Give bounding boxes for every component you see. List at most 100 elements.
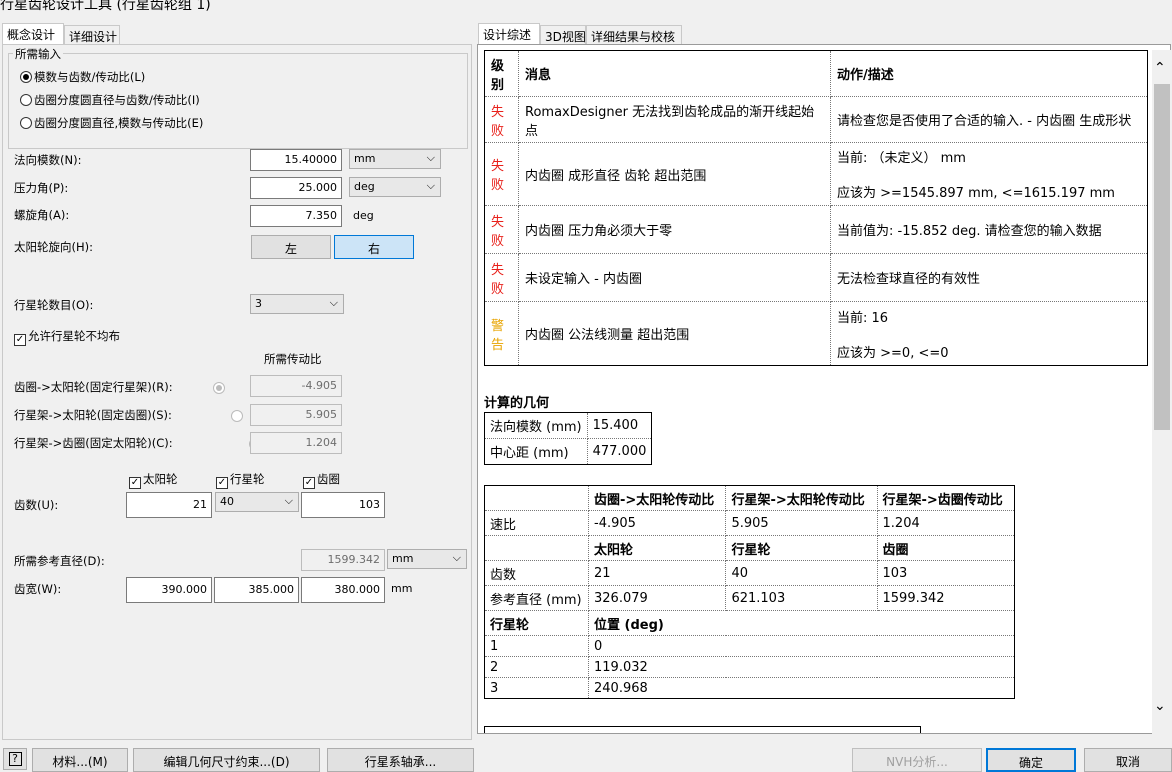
level-cell: 失败 (484, 253, 519, 302)
value-cell: 1.204 (876, 510, 1016, 536)
scroll-down-icon[interactable]: ⌄ (1154, 698, 1166, 714)
planet-header: 行星轮 (484, 610, 589, 636)
geo-value: 477.000 (586, 438, 653, 465)
chevron-down-icon: ⌵ (426, 179, 435, 192)
ok-button[interactable]: 确定 (986, 748, 1076, 772)
hand-right-button[interactable]: 右 (334, 235, 414, 259)
ref-dia-input[interactable]: 1599.342 (301, 549, 385, 571)
checkmark-icon[interactable]: ✓ (216, 477, 228, 489)
normal-module-unit-select[interactable]: mm ⌵ (349, 149, 441, 169)
planet-number: 2 (484, 656, 589, 678)
hand-left-button[interactable]: 左 (251, 235, 331, 259)
ref-dia-unit-select[interactable]: mm ⌵ (387, 549, 467, 569)
mode-radio-ringdia-teeth[interactable]: 齿圈分度圆直径与齿数/传动比(I) (20, 92, 200, 108)
tab-detailed-results[interactable]: 详细结果与校核 (586, 25, 682, 45)
nvh-analysis-button[interactable]: NVH分析... (852, 748, 982, 772)
scrollbar-thumb[interactable] (1154, 84, 1170, 430)
mode-radio-module-teeth[interactable]: 模数与齿数/传动比(L) (20, 69, 145, 85)
table-row: 齿数 21 40 103 (484, 560, 1016, 586)
pressure-angle-input[interactable]: 25.000 (250, 177, 342, 199)
planet-number: 1 (484, 635, 589, 657)
table-row: 失败 内齿圈 成形直径 齿轮 超出范围 当前: （未定义） mm 应该为 >=15… (484, 142, 1148, 206)
radio-icon[interactable] (20, 117, 32, 129)
window-title: 行星齿轮设计工具 (行星齿轮组 1) (0, 0, 211, 13)
radio-icon[interactable] (20, 71, 32, 83)
ratio-header: 行星架->齿圈传动比 (876, 485, 1016, 511)
planet-checkbox[interactable]: ✓ 行星轮 (216, 471, 265, 489)
radio-icon[interactable] (20, 94, 32, 106)
value-cell: -4.905 (587, 510, 727, 536)
value-cell: 103 (876, 560, 1016, 586)
table-row: 3 240.968 (484, 677, 1015, 699)
planet-bearing-button[interactable]: 行星系轴承... (327, 748, 474, 772)
messages-table: 级别 消息 动作/描述 失败 RomaxDesigner 无法找到齿轮成品的渐开… (484, 50, 1148, 366)
table-row: 中心距 (mm) 477.000 (484, 438, 653, 465)
pressure-angle-unit-select[interactable]: deg ⌵ (349, 177, 441, 197)
table-row: 法向模数 (mm) 15.400 (484, 412, 653, 439)
allow-uneven-checkbox[interactable]: ✓ 允许行星轮不均布 (14, 328, 120, 346)
ring-face-width-input[interactable]: 380.000 (301, 577, 385, 603)
help-button[interactable]: ? (3, 748, 27, 770)
table-header-row: 级别 消息 动作/描述 (484, 50, 1148, 97)
table-row: 失败 RomaxDesigner 无法找到齿轮成品的渐开线起始点 请检查您是否使… (484, 96, 1148, 143)
next-table-top (484, 726, 921, 733)
table-row: 参考直径 (mm) 326.079 621.103 1599.342 (484, 585, 1016, 611)
tab-detail-design[interactable]: 详细设计 (64, 25, 120, 45)
checkmark-icon[interactable]: ✓ (303, 477, 315, 489)
table-row: 警告 内齿圈 公法线测量 超出范围 当前: 16 应该为 >=0, <=0 (484, 301, 1148, 366)
num-planets-select[interactable]: 3 ⌵ (250, 294, 344, 314)
concept-design-panel: 所需输入 模数与齿数/传动比(L) 齿圈分度圆直径与齿数/传动比(I) 齿圈分度… (2, 44, 472, 740)
message-cell: 内齿圈 公法线测量 超出范围 (518, 301, 831, 366)
ring-checkbox[interactable]: ✓ 齿圈 (303, 471, 340, 489)
row-label: 参考直径 (mm) (484, 585, 589, 611)
level-header: 级别 (484, 50, 519, 97)
ref-dia-label: 所需参考直径(D): (14, 554, 105, 568)
ratio-label-carrier-sun: 行星架->太阳轮(固定齿圈)(S): (14, 408, 172, 422)
ratio-radio-ring-sun[interactable] (213, 382, 225, 394)
gear-header: 行星轮 (725, 535, 878, 561)
ratio-header: 行星架->太阳轮传动比 (725, 485, 878, 511)
checkmark-icon[interactable]: ✓ (14, 334, 26, 346)
tab-design-summary[interactable]: 设计综述 (478, 23, 540, 45)
tab-concept-design[interactable]: 概念设计 (2, 23, 64, 45)
ratio-radio-carrier-sun[interactable] (230, 410, 243, 422)
ring-teeth-input[interactable]: 103 (301, 492, 385, 518)
required-inputs-title: 所需输入 (13, 46, 63, 62)
geometry-table: 法向模数 (mm) 15.400 中心距 (mm) 477.000 (484, 412, 653, 465)
ratio-input-ring-sun[interactable]: -4.905 (250, 375, 342, 397)
value-cell: 326.079 (587, 585, 727, 611)
sun-face-width-input[interactable]: 390.000 (126, 577, 212, 603)
planet-position: 0 (588, 635, 1015, 657)
ratio-label-carrier-ring: 行星架->齿圈(固定太阳轮)(C): (14, 436, 173, 450)
cancel-button[interactable]: 取消 (1084, 748, 1172, 772)
table-row: 速比 -4.905 5.905 1.204 (484, 510, 1016, 536)
scroll-up-icon[interactable]: ⌃ (1154, 60, 1166, 76)
sun-teeth-input[interactable]: 21 (126, 492, 212, 518)
action-cell: 当前: 16 应该为 >=0, <=0 (830, 301, 1148, 366)
empty-cell (484, 535, 589, 561)
level-cell: 失败 (484, 142, 519, 206)
tab-3d-view[interactable]: 3D视图 (540, 25, 586, 45)
planet-teeth-select[interactable]: 40 ⌵ (215, 492, 299, 512)
checkmark-icon[interactable]: ✓ (129, 477, 141, 489)
value-cell: 621.103 (725, 585, 878, 611)
helix-angle-unit: deg (353, 209, 374, 222)
helix-angle-label: 螺旋角(A): (14, 208, 70, 222)
planet-face-width-input[interactable]: 385.000 (214, 577, 299, 603)
face-width-label: 齿宽(W): (14, 582, 62, 596)
row-label: 齿数 (484, 560, 589, 586)
ratio-input-carrier-ring[interactable]: 1.204 (250, 432, 342, 454)
mode-radio-ringdia-module[interactable]: 齿圈分度圆直径,模数与传动比(E) (20, 115, 203, 131)
message-cell: RomaxDesigner 无法找到齿轮成品的渐开线起始点 (518, 96, 831, 143)
helix-angle-input[interactable]: 7.350 (250, 205, 342, 227)
sun-checkbox[interactable]: ✓ 太阳轮 (129, 471, 178, 489)
materials-button[interactable]: 材料...(M) (32, 748, 128, 772)
ratio-input-carrier-sun[interactable]: 5.905 (250, 404, 342, 426)
sun-hand-label: 太阳轮旋向(H): (14, 240, 93, 254)
empty-cell (484, 485, 589, 511)
chevron-down-icon: ⌵ (426, 151, 435, 164)
required-ratio-header: 所需传动比 (264, 352, 322, 366)
edit-geometry-constraints-button[interactable]: 编辑几何尺寸约束...(D) (133, 748, 320, 772)
normal-module-input[interactable]: 15.40000 (250, 149, 342, 171)
geometry-section-title: 计算的几何 (484, 396, 550, 411)
